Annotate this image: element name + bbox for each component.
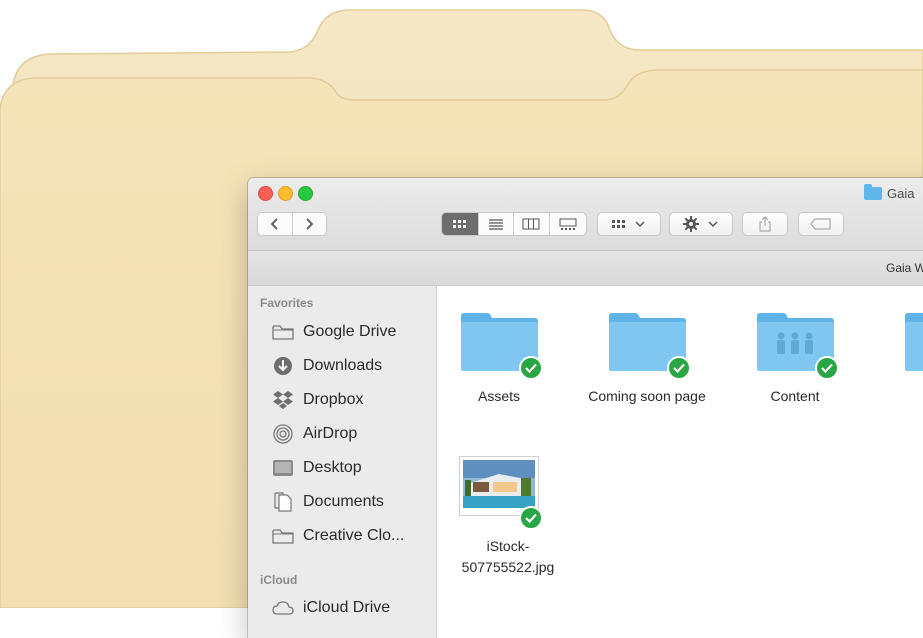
sidebar-item-label: Downloads	[303, 357, 383, 374]
sidebar-item-label: iCloud Drive	[303, 599, 391, 616]
file-item-coming-soon-page[interactable]: Coming soon page	[585, 304, 709, 407]
sidebar-item-downloads[interactable]: Downloads	[272, 354, 382, 378]
view-mode-control	[441, 212, 587, 236]
window-title: Gaia	[864, 183, 915, 201]
airdrop-icon	[272, 423, 294, 445]
file-item-assets[interactable]: Assets	[437, 304, 561, 407]
group-grid-icon	[612, 220, 625, 228]
column-view-button[interactable]	[514, 213, 550, 235]
chevron-right-icon	[306, 218, 314, 230]
path-text: Gaia W	[886, 261, 923, 275]
sidebar-item-creative-cloud[interactable]: Creative Clo...	[272, 524, 404, 548]
favorites-header: Favorites	[260, 296, 314, 310]
file-name: Assets	[477, 388, 520, 404]
sidebar-item-documents[interactable]: Documents	[272, 490, 384, 514]
finder-window: Gaia Gaia W Favorites Google Drive Downl…	[248, 178, 923, 638]
share-button[interactable]	[742, 212, 788, 236]
file-name: Content	[770, 388, 820, 404]
icloud-header: iCloud	[260, 573, 298, 587]
synced-check-icon	[667, 356, 691, 380]
synced-check-icon	[815, 356, 839, 380]
gallery-view-button[interactable]	[550, 213, 586, 235]
tag-icon	[810, 218, 831, 230]
file-name: Coming soon page	[588, 388, 706, 404]
icon-view-button[interactable]	[442, 213, 479, 235]
forward-button[interactable]	[293, 213, 327, 235]
chevron-down-icon	[635, 221, 645, 228]
file-item-istock-image[interactable]: iStock-507755522.jpg	[437, 454, 561, 578]
sidebar-item-desktop[interactable]: Desktop	[272, 456, 362, 480]
sidebar-item-label: AirDrop	[303, 425, 358, 442]
path-bar: Gaia W	[248, 251, 923, 286]
tags-button[interactable]	[798, 212, 844, 236]
file-grid: Assets Coming soon page Content iStock-5…	[437, 286, 923, 638]
minimize-button[interactable]	[278, 186, 293, 201]
sidebar-item-label: Documents	[303, 493, 384, 510]
sidebar: Favorites Google Drive Downloads Dropbox…	[248, 286, 437, 638]
list-view-button[interactable]	[479, 213, 515, 235]
icon-grid-icon	[452, 220, 466, 228]
synced-check-icon	[519, 356, 543, 380]
folder-icon	[272, 321, 294, 343]
sidebar-item-dropbox[interactable]: Dropbox	[272, 388, 363, 412]
file-name: iStock-507755522.jpg	[461, 538, 555, 575]
folder-icon	[272, 525, 294, 547]
sidebar-item-label: Creative Clo...	[303, 527, 405, 544]
sidebar-item-icloud-drive[interactable]: iCloud Drive	[272, 596, 390, 620]
folder-icon	[905, 313, 923, 371]
title-bar: Gaia	[248, 178, 923, 251]
sidebar-item-label: Dropbox	[303, 391, 364, 408]
action-button[interactable]	[669, 212, 733, 236]
nav-buttons	[257, 212, 327, 236]
file-item-partial-folder[interactable]	[881, 304, 923, 386]
download-icon	[272, 355, 294, 377]
back-button[interactable]	[258, 213, 293, 235]
columns-icon	[522, 218, 540, 230]
share-icon	[759, 216, 771, 232]
window-title-text: Gaia	[887, 185, 915, 201]
gear-icon	[683, 216, 699, 232]
cloud-icon	[272, 597, 294, 619]
sidebar-item-google-drive[interactable]: Google Drive	[272, 320, 396, 344]
chevron-left-icon	[270, 218, 278, 230]
folder-icon	[864, 183, 882, 200]
dropbox-icon	[272, 389, 294, 411]
sidebar-item-label: Google Drive	[303, 323, 397, 340]
desktop-icon	[272, 457, 294, 479]
group-by-button[interactable]	[597, 212, 661, 236]
gallery-icon	[559, 218, 577, 230]
document-icon	[272, 491, 294, 513]
synced-check-icon	[519, 506, 543, 530]
close-button[interactable]	[258, 186, 273, 201]
list-icon	[488, 219, 503, 230]
sidebar-item-label: Desktop	[303, 459, 362, 476]
sidebar-item-airdrop[interactable]: AirDrop	[272, 422, 357, 446]
chevron-down-icon	[708, 221, 718, 228]
zoom-button[interactable]	[298, 186, 313, 201]
file-item-content[interactable]: Content	[733, 304, 857, 407]
